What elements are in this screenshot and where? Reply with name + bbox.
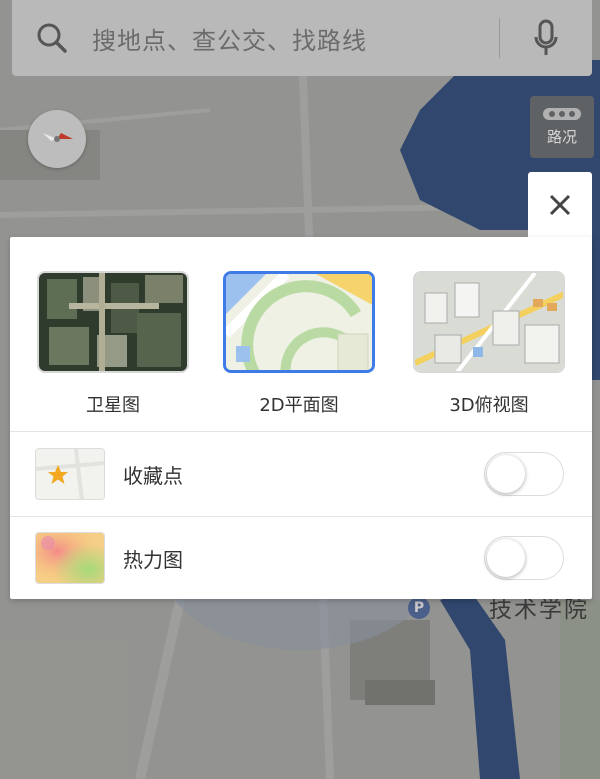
traffic-button[interactable]: 路况 (530, 96, 594, 158)
compass-icon[interactable] (28, 110, 86, 168)
traffic-icon (543, 107, 581, 120)
microphone-icon[interactable] (500, 0, 592, 76)
mode-3d[interactable]: 3D俯视图 (411, 271, 567, 417)
search-bar[interactable]: 搜地点、查公交、找路线 (12, 0, 592, 76)
toggle-knob (487, 455, 525, 493)
heatmap-toggle[interactable] (484, 536, 564, 580)
mode-2d-label: 2D平面图 (259, 395, 339, 416)
satellite-thumbnail (37, 271, 189, 373)
overlay-row-favorites: 收藏点 (10, 432, 592, 516)
2d-map-thumbnail (223, 271, 375, 373)
3d-map-thumbnail (413, 271, 565, 373)
layer-panel: 卫星图 2D平面图 3D俯视图 收藏点 热力图 (10, 237, 592, 599)
traffic-label: 路况 (546, 127, 577, 146)
parking-icon: P (408, 597, 430, 619)
overlay-row-heatmap: 热力图 (10, 516, 592, 600)
mode-3d-label: 3D俯视图 (449, 395, 529, 416)
search-icon (12, 0, 92, 76)
heatmap-thumbnail (35, 532, 105, 584)
close-button[interactable] (528, 172, 592, 238)
search-placeholder[interactable]: 搜地点、查公交、找路线 (92, 21, 499, 56)
favorites-thumbnail (35, 448, 105, 500)
toggle-knob (487, 539, 525, 577)
favorites-label: 收藏点 (123, 463, 183, 488)
heatmap-label: 热力图 (123, 547, 183, 572)
mode-satellite[interactable]: 卫星图 (35, 271, 191, 417)
close-icon (549, 194, 571, 216)
map-mode-selector: 卫星图 2D平面图 3D俯视图 (10, 237, 592, 431)
favorites-toggle[interactable] (484, 452, 564, 496)
mode-2d[interactable]: 2D平面图 (221, 271, 377, 417)
mode-satellite-label: 卫星图 (86, 395, 140, 416)
